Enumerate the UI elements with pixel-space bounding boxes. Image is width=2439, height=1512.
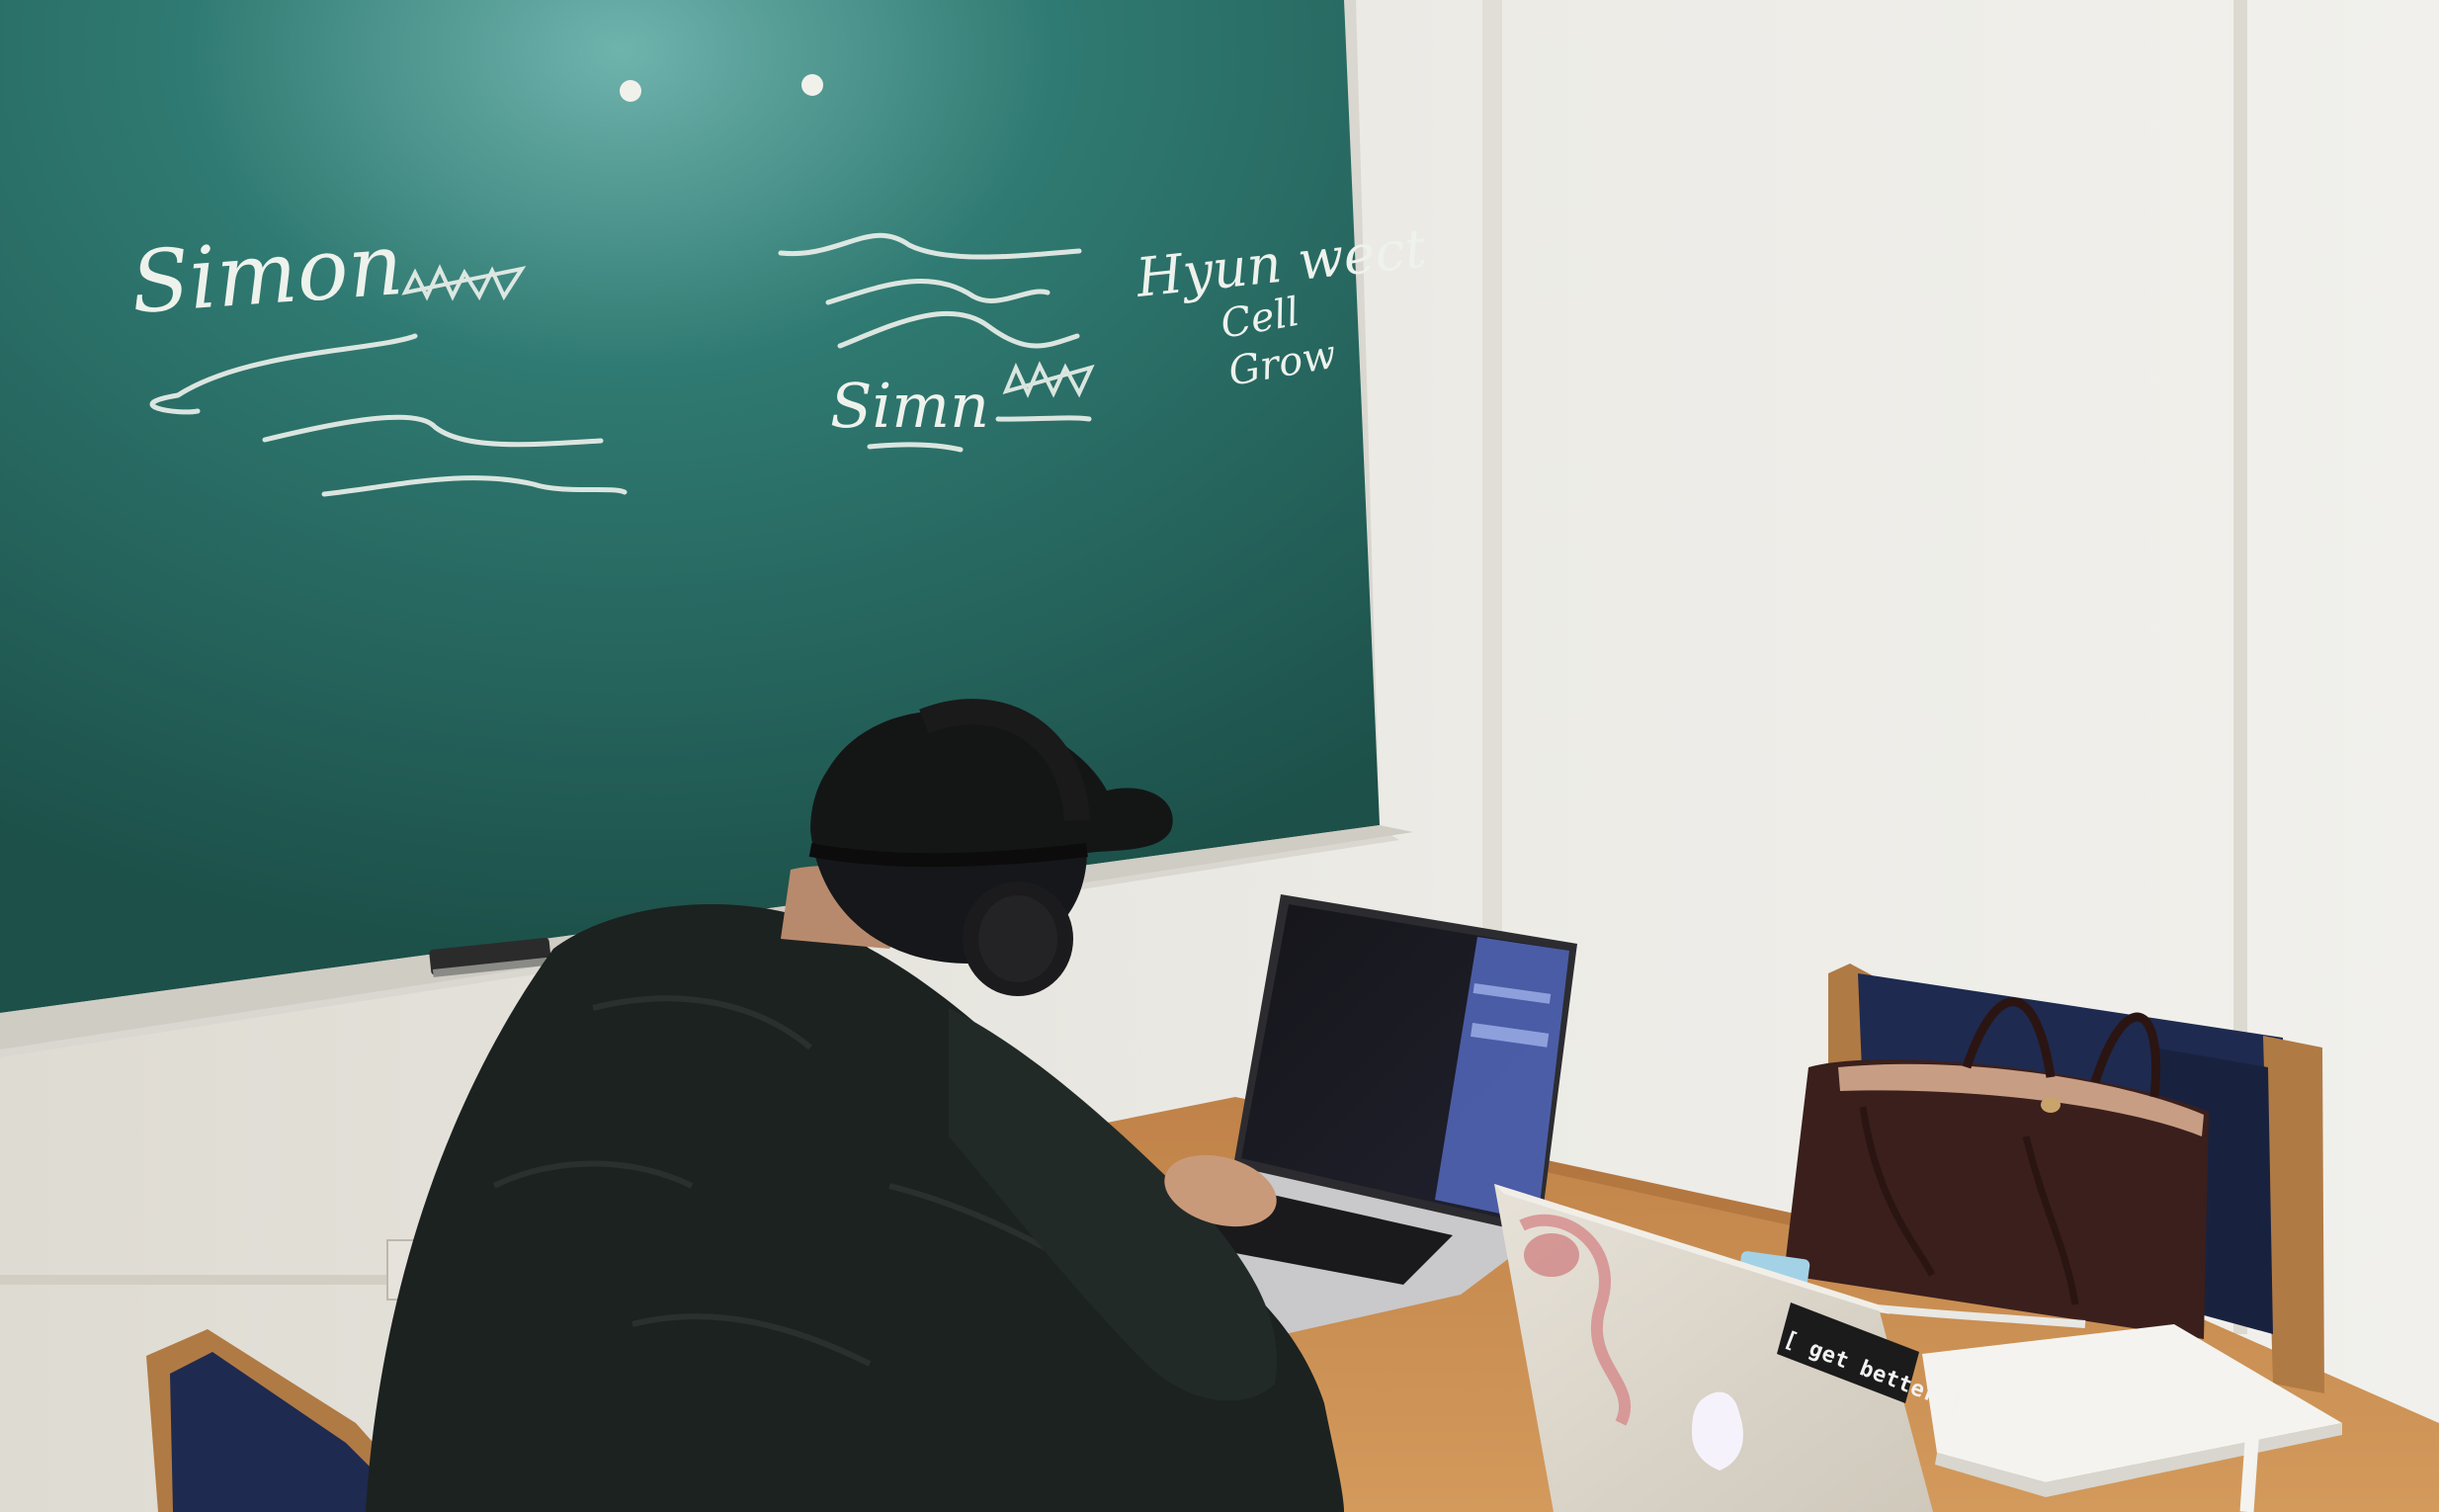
classroom-scene: Simon Simn Hyun wect Cell Grow	[0, 0, 2439, 1512]
magnet	[620, 80, 641, 102]
baseboard-rail	[0, 1275, 415, 1285]
magnet	[801, 74, 823, 96]
headphone-cup-rim	[978, 895, 1057, 982]
chalk-text-left: Simon	[127, 215, 405, 333]
chalk-text-center: Simn	[830, 370, 989, 442]
